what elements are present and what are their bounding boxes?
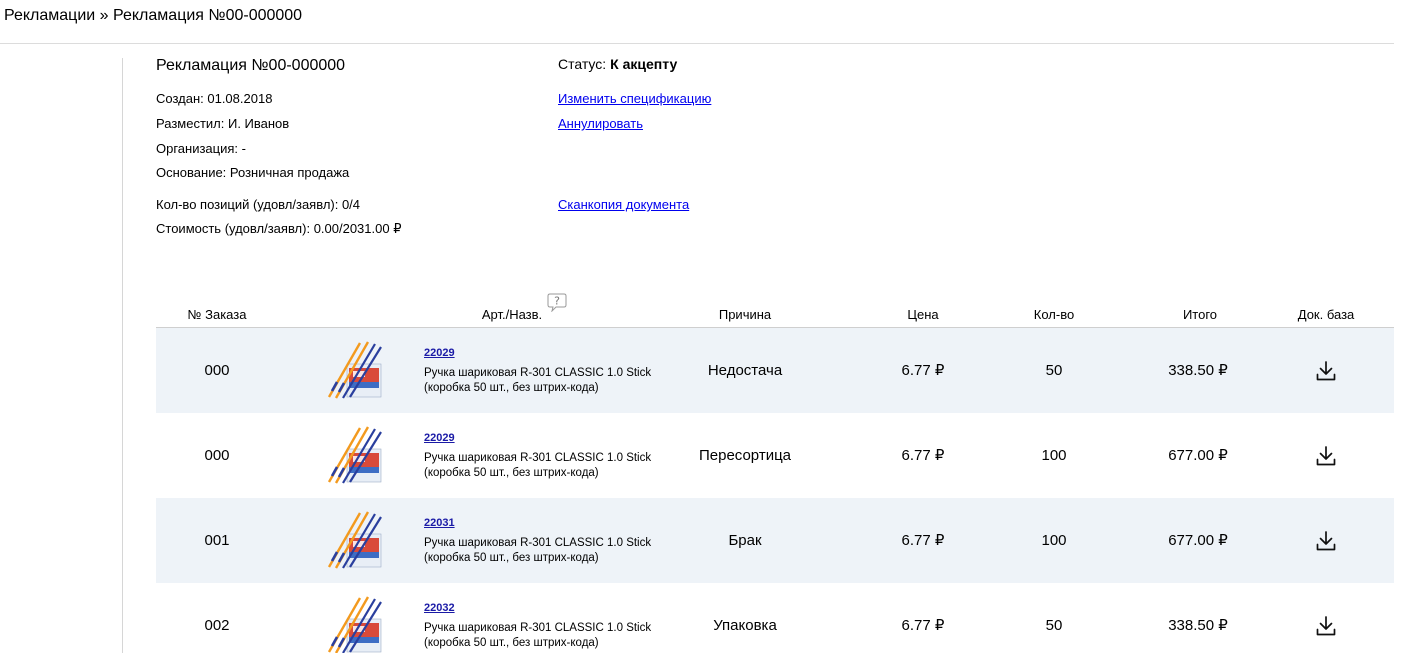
order-number: 002 — [204, 616, 230, 634]
product-code-link[interactable]: 22031 — [424, 516, 684, 530]
product-info: 22029 Ручка шариковая R-301 CLASSIC 1.0 … — [424, 431, 684, 481]
reason: Упаковка — [713, 616, 777, 634]
sidebar-divider — [122, 58, 123, 653]
order-number: 000 — [204, 361, 230, 379]
download-icon[interactable] — [1314, 444, 1338, 468]
change-spec-link[interactable]: Изменить спецификацию — [558, 91, 711, 107]
table-row: 002 22032 Ручка шариковая R-301 CLASSIC … — [156, 583, 1394, 653]
product-name: Ручка шариковая R-301 CLASSIC 1.0 Stick — [424, 622, 652, 634]
table-row: 000 22029 Ручка шариковая R-301 CLASSIC … — [156, 328, 1394, 413]
product-code-link[interactable]: 22029 — [424, 346, 684, 360]
product-thumbnail — [327, 341, 382, 399]
organization: Организация: - — [156, 141, 246, 156]
positions-count: Кол-во позиций (удовл/заявл): 0/4 — [156, 197, 361, 212]
reason: Брак — [728, 531, 762, 549]
product-info: 22029 Ручка шариковая R-301 CLASSIC 1.0 … — [424, 346, 684, 396]
total: 677.00 ₽ — [1168, 531, 1228, 549]
price: 6.77 ₽ — [901, 446, 945, 464]
product-package: (коробка 50 шт., без штрих-кода) — [424, 382, 599, 394]
product-name: Ручка шариковая R-301 CLASSIC 1.0 Stick — [424, 452, 652, 464]
reason: Пересортица — [698, 446, 792, 464]
placed-by: Разместил: И. Иванов — [156, 116, 290, 131]
product-package: (коробка 50 шт., без штрих-кода) — [424, 467, 599, 479]
col-reason: Причина — [718, 307, 772, 322]
download-icon[interactable] — [1314, 529, 1338, 553]
col-order: № Заказа — [187, 307, 247, 322]
page-title: Рекламация №00-000000 — [156, 57, 346, 74]
product-thumbnail — [327, 596, 382, 653]
price: 6.77 ₽ — [901, 616, 945, 634]
table-header: № Заказа Арт./Назв. ? Причина Цена Кол-в… — [156, 292, 1394, 328]
product-name: Ручка шариковая R-301 CLASSIC 1.0 Stick — [424, 537, 652, 549]
order-number: 000 — [204, 446, 230, 464]
cancel-claim-link[interactable]: Аннулировать — [558, 116, 643, 132]
created-date: Создан: 01.08.2018 — [156, 91, 273, 106]
col-docs: Док. база — [1297, 307, 1355, 322]
product-thumbnail — [327, 511, 382, 569]
price: 6.77 ₽ — [901, 361, 945, 379]
cost-summary: Стоимость (удовл/заявл): 0.00/2031.00 ₽ — [156, 221, 402, 236]
col-total: Итого — [1182, 307, 1218, 322]
table-row: 000 22029 Ручка шариковая R-301 CLASSIC … — [156, 413, 1394, 498]
col-qty: Кол-во — [1033, 307, 1075, 322]
table-row: 001 22031 Ручка шариковая R-301 CLASSIC … — [156, 498, 1394, 583]
product-code-link[interactable]: 22029 — [424, 431, 684, 445]
product-thumbnail — [327, 426, 382, 484]
reason: Недостача — [707, 361, 783, 379]
product-info: 22032 Ручка шариковая R-301 CLASSIC 1.0 … — [424, 601, 684, 651]
download-icon[interactable] — [1314, 359, 1338, 383]
col-article: Арт./Назв. — [481, 307, 543, 322]
product-info: 22031 Ручка шариковая R-301 CLASSIC 1.0 … — [424, 516, 684, 566]
status-badge: К акцепту — [610, 56, 678, 72]
total: 338.50 ₽ — [1168, 616, 1228, 634]
quantity: 50 — [1045, 616, 1063, 634]
download-icon[interactable] — [1314, 614, 1338, 638]
claim-items-table: № Заказа Арт./Назв. ? Причина Цена Кол-в… — [156, 292, 1394, 653]
question-bubble-icon[interactable]: ? — [547, 292, 567, 312]
product-package: (коробка 50 шт., без штрих-кода) — [424, 637, 599, 649]
breadcrumb[interactable]: Рекламации » Рекламация №00-000000 — [4, 6, 302, 26]
col-price: Цена — [907, 307, 939, 322]
header-divider — [0, 43, 1394, 44]
scan-copy-link[interactable]: Сканкопия документа — [558, 197, 689, 213]
quantity: 100 — [1041, 446, 1067, 464]
status-label: Статус: — [558, 56, 607, 72]
total: 677.00 ₽ — [1168, 446, 1228, 464]
product-package: (коробка 50 шт., без штрих-кода) — [424, 552, 599, 564]
basis: Основание: Розничная продажа — [156, 165, 350, 180]
product-name: Ручка шариковая R-301 CLASSIC 1.0 Stick — [424, 367, 652, 379]
order-number: 001 — [204, 531, 230, 549]
quantity: 100 — [1041, 531, 1067, 549]
status: Статус: К акцепту — [558, 55, 677, 73]
product-code-link[interactable]: 22032 — [424, 601, 684, 615]
total: 338.50 ₽ — [1168, 361, 1228, 379]
quantity: 50 — [1045, 361, 1063, 379]
svg-text:?: ? — [554, 295, 560, 308]
price: 6.77 ₽ — [901, 531, 945, 549]
